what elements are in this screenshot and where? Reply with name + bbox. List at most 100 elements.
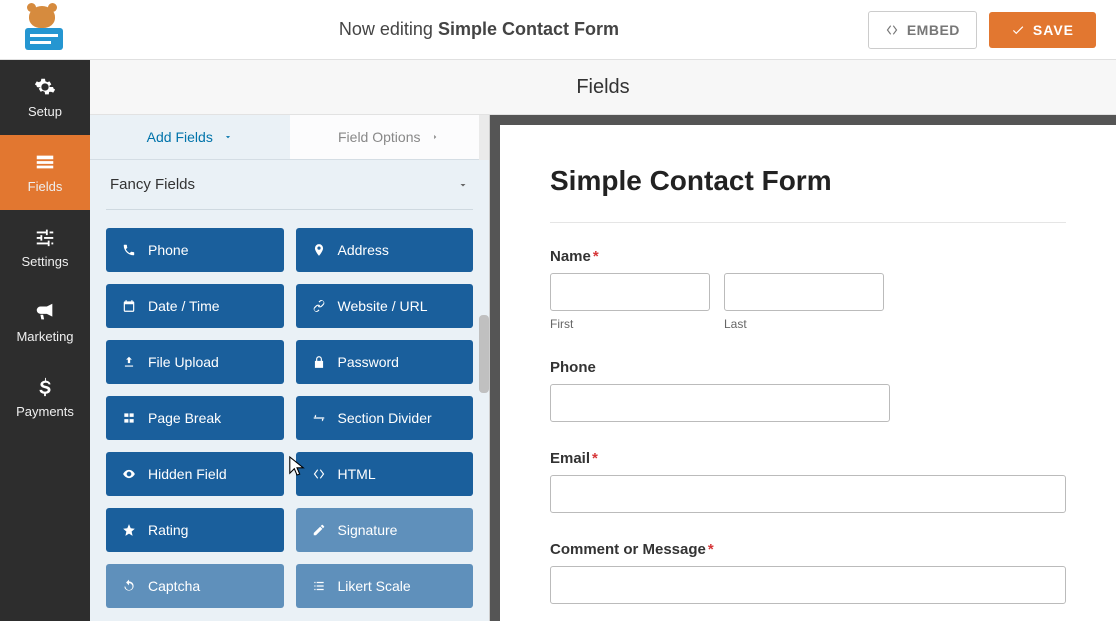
brand-logo[interactable] (0, 0, 90, 60)
lock-icon (312, 355, 326, 369)
save-button[interactable]: SAVE (989, 12, 1096, 48)
sidenav-label: Payments (16, 404, 74, 419)
field-comment[interactable]: Comment or Message* (550, 541, 1066, 604)
field-email-label: Email* (550, 450, 1066, 467)
field-type-label: Address (338, 242, 389, 258)
embed-button-label: EMBED (907, 22, 960, 38)
field-type-label: Date / Time (148, 298, 220, 314)
form-icon (34, 151, 56, 173)
preview-form-title: Simple Contact Form (550, 165, 1066, 223)
gear-icon (34, 76, 56, 98)
field-phone-label: Phone (550, 359, 1066, 376)
refresh-icon (122, 579, 136, 593)
field-type-html[interactable]: HTML (296, 452, 474, 496)
field-type-label: Hidden Field (148, 466, 227, 482)
field-type-datetime[interactable]: Date / Time (106, 284, 284, 328)
sidenav-label: Settings (22, 254, 69, 269)
field-type-website[interactable]: Website / URL (296, 284, 474, 328)
field-type-label: Website / URL (338, 298, 428, 314)
field-email[interactable]: Email* (550, 450, 1066, 513)
link-icon (312, 299, 326, 313)
last-name-sublabel: Last (724, 317, 884, 331)
code-icon (312, 467, 326, 481)
section-title-text: Fields (576, 76, 629, 99)
last-name-input[interactable] (724, 273, 884, 311)
editing-title: Now editing Simple Contact Form (90, 19, 868, 40)
field-type-label: Likert Scale (338, 578, 411, 594)
chevron-down-icon (457, 179, 469, 191)
field-type-section[interactable]: Section Divider (296, 396, 474, 440)
field-type-label: Signature (338, 522, 398, 538)
group-fancy-fields[interactable]: Fancy Fields (106, 160, 473, 210)
sidenav-item-fields[interactable]: Fields (0, 135, 90, 210)
main-area: Fields Add Fields Field Options Fancy Fi… (90, 60, 1116, 621)
form-name: Simple Contact Form (438, 19, 619, 39)
sidenav-item-payments[interactable]: Payments (0, 360, 90, 435)
side-nav: Setup Fields Settings Marketing Payments (0, 60, 90, 621)
top-header: Now editing Simple Contact Form EMBED SA… (0, 0, 1116, 60)
field-type-label: HTML (338, 466, 376, 482)
field-name[interactable]: Name* First Last (550, 248, 1066, 331)
field-type-likert[interactable]: Likert Scale (296, 564, 474, 608)
pencil-icon (312, 523, 326, 537)
field-type-hidden[interactable]: Hidden Field (106, 452, 284, 496)
field-type-address[interactable]: Address (296, 228, 474, 272)
email-input[interactable] (550, 475, 1066, 513)
phone-icon (122, 243, 136, 257)
required-mark: * (593, 248, 599, 265)
star-icon (122, 523, 136, 537)
calendar-icon (122, 299, 136, 313)
field-type-signature[interactable]: Signature (296, 508, 474, 552)
scrollbar-thumb[interactable] (479, 315, 489, 393)
tab-add-fields-label: Add Fields (147, 129, 213, 145)
panel-tabs: Add Fields Field Options (90, 115, 489, 160)
field-comment-label: Comment or Message* (550, 541, 1066, 558)
tab-add-fields[interactable]: Add Fields (90, 115, 290, 159)
embed-button[interactable]: EMBED (868, 11, 977, 49)
panel-scroll[interactable]: Fancy Fields Phone Address Date / Time Webs… (90, 160, 489, 621)
section-title: Fields (90, 60, 1116, 115)
save-button-label: SAVE (1033, 22, 1074, 38)
required-mark: * (592, 450, 598, 467)
chevron-down-icon (223, 132, 233, 142)
comment-input[interactable] (550, 566, 1066, 604)
field-phone[interactable]: Phone (550, 359, 1066, 422)
code-icon (885, 23, 899, 37)
form-preview: Simple Contact Form Name* First Last (500, 125, 1116, 621)
field-type-captcha[interactable]: Captcha (106, 564, 284, 608)
first-name-input[interactable] (550, 273, 710, 311)
brand-logo-icon (21, 10, 69, 50)
field-type-label: File Upload (148, 354, 219, 370)
tab-field-options[interactable]: Field Options (290, 115, 490, 159)
check-icon (1011, 23, 1025, 37)
required-mark: * (708, 541, 714, 558)
first-name-sublabel: First (550, 317, 710, 331)
field-type-password[interactable]: Password (296, 340, 474, 384)
field-type-phone[interactable]: Phone (106, 228, 284, 272)
phone-input[interactable] (550, 384, 890, 422)
sidenav-label: Setup (28, 104, 62, 119)
eye-off-icon (122, 467, 136, 481)
field-type-file[interactable]: File Upload (106, 340, 284, 384)
group-title: Fancy Fields (110, 176, 195, 193)
pin-icon (312, 243, 326, 257)
sidenav-item-marketing[interactable]: Marketing (0, 285, 90, 360)
fields-panel: Add Fields Field Options Fancy Fields Ph… (90, 115, 490, 621)
field-type-label: Section Divider (338, 410, 432, 426)
label-text: Email (550, 450, 590, 467)
bullhorn-icon (34, 301, 56, 323)
upload-icon (122, 355, 136, 369)
sidenav-label: Fields (28, 179, 63, 194)
field-grid: Phone Address Date / Time Website / URL File… (106, 228, 473, 608)
field-type-rating[interactable]: Rating (106, 508, 284, 552)
field-type-label: Captcha (148, 578, 200, 594)
label-text: Comment or Message (550, 541, 706, 558)
field-type-pagebreak[interactable]: Page Break (106, 396, 284, 440)
sidenav-item-setup[interactable]: Setup (0, 60, 90, 135)
sidenav-item-settings[interactable]: Settings (0, 210, 90, 285)
chevron-right-icon (430, 132, 440, 142)
sliders-icon (34, 226, 56, 248)
preview-panel[interactable]: Simple Contact Form Name* First Last (490, 115, 1116, 621)
label-text: Name (550, 248, 591, 265)
pagebreak-icon (122, 411, 136, 425)
